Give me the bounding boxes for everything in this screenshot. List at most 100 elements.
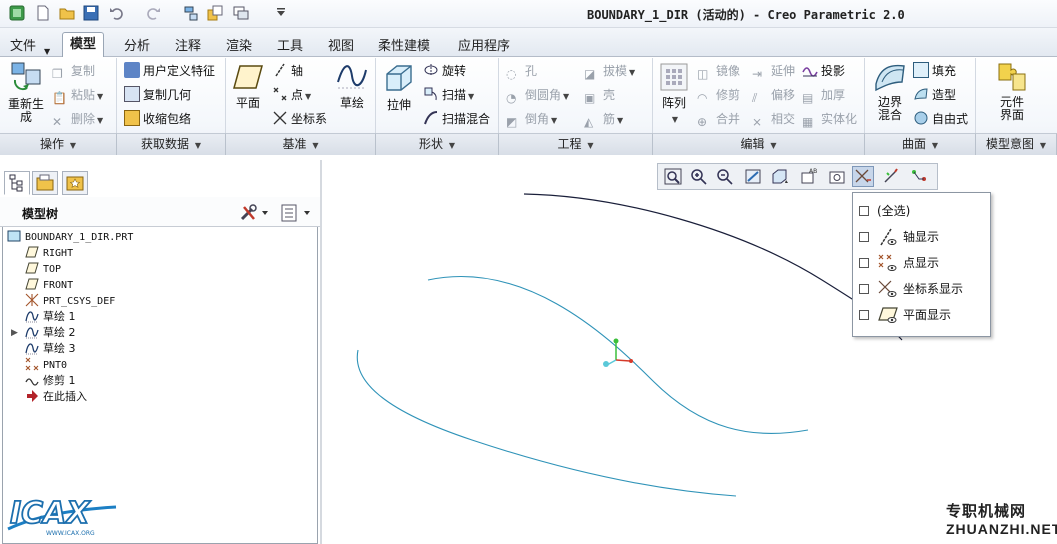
model-tree-tab[interactable]	[4, 171, 30, 195]
expand-arrow-icon[interactable]: ▶	[11, 325, 18, 341]
group-engineering[interactable]: 工程 ▼	[499, 133, 653, 155]
windows-icon[interactable]	[206, 4, 224, 22]
hole-button[interactable]: ◌ 孔	[506, 61, 537, 81]
saved-orientations-button[interactable]: AB	[798, 166, 820, 187]
tree-item-front[interactable]: FRONT	[25, 277, 73, 293]
folder-browser-tab[interactable]	[32, 171, 58, 195]
tab-flexible-modeling[interactable]: 柔性建模	[378, 37, 430, 56]
trim-button[interactable]: ◠ 修剪	[697, 85, 740, 105]
menu-item-plane-display[interactable]: 平面显示	[859, 305, 951, 325]
redo-icon[interactable]	[144, 4, 162, 22]
sweep-button[interactable]: 扫描 ▼	[423, 85, 474, 105]
tab-file[interactable]: 文件	[10, 37, 36, 56]
datum-plane-button[interactable]: 平面	[231, 62, 265, 111]
mirror-button[interactable]: ◫ 镜像	[697, 61, 740, 81]
zoom-out-button[interactable]	[714, 166, 736, 187]
paste-button[interactable]: 📋 粘贴 ▼	[52, 85, 103, 105]
copy-geometry-button[interactable]: 复制几何	[124, 85, 191, 105]
datum-point-button[interactable]: 点 ▼	[272, 85, 311, 105]
chamfer-button[interactable]: ◩ 倒角 ▼	[506, 109, 557, 129]
view-manager-button[interactable]	[826, 166, 848, 187]
tab-annotate[interactable]: 注释	[175, 37, 201, 56]
menu-item-csys-display[interactable]: 坐标系显示	[859, 279, 963, 299]
group-editing[interactable]: 编辑 ▼	[653, 133, 865, 155]
component-interface-button[interactable]: 元件 界面	[990, 60, 1034, 122]
draft-button[interactable]: ◪ 拔模 ▼	[584, 61, 635, 81]
extrude-button[interactable]: 拉伸	[382, 62, 416, 113]
undo-icon[interactable]	[108, 4, 126, 22]
tab-model[interactable]: 模型	[62, 32, 105, 57]
annotation-display-button[interactable]	[908, 166, 930, 187]
merge-button[interactable]: ⊕ 合并	[697, 109, 740, 129]
pattern-button[interactable]: 阵列 ▼	[658, 62, 690, 125]
swept-blend-button[interactable]: 扫描混合	[423, 109, 490, 129]
refit-button[interactable]	[662, 166, 684, 187]
menu-item-select-all[interactable]: (全选)	[859, 201, 910, 221]
open-folder-icon[interactable]	[58, 4, 76, 22]
shell-button[interactable]: ▣ 壳	[584, 85, 615, 105]
extend-button[interactable]: ⇥ 延伸	[752, 61, 795, 81]
thicken-button[interactable]: ▤ 加厚	[802, 85, 845, 105]
freestyle-button[interactable]: 自由式	[913, 109, 968, 129]
intersect-button[interactable]: ⨯ 相交	[752, 109, 795, 129]
group-shapes[interactable]: 形状 ▼	[376, 133, 499, 155]
datum-display-filters-button[interactable]	[852, 166, 874, 187]
udf-button[interactable]: 用户定义特征	[124, 61, 215, 81]
group-datum[interactable]: 基准 ▼	[226, 133, 376, 155]
tree-item-csys[interactable]: PRT_CSYS_DEF	[25, 293, 115, 309]
rib-button[interactable]: ◭ 筋 ▼	[584, 109, 623, 129]
style-button[interactable]: 造型	[913, 85, 956, 105]
regenerate-icon[interactable]	[182, 4, 200, 22]
copy-button[interactable]: ❐ 复制	[52, 61, 95, 81]
tree-settings-button[interactable]	[238, 203, 272, 223]
app-icon[interactable]	[8, 4, 26, 22]
tab-tools[interactable]: 工具	[277, 37, 303, 56]
shrinkwrap-button[interactable]: 收缩包络	[124, 109, 191, 129]
tree-show-button[interactable]	[280, 203, 314, 223]
tab-applications[interactable]: 应用程序	[458, 37, 510, 56]
checkbox[interactable]	[859, 310, 869, 320]
tab-render[interactable]: 渲染	[226, 37, 252, 56]
tree-item-right[interactable]: RIGHT	[25, 245, 73, 261]
datum-axis-button[interactable]: 轴	[272, 61, 303, 81]
checkbox[interactable]	[859, 258, 869, 268]
tree-item-sketch2[interactable]: 草绘 2	[25, 325, 76, 341]
zoom-in-button[interactable]	[688, 166, 710, 187]
boundary-blend-button[interactable]: 边界 混合	[870, 60, 910, 122]
regenerate-button[interactable]: 重新生 成	[6, 60, 46, 124]
offset-button[interactable]: ⫽ 偏移	[752, 85, 795, 105]
new-file-icon[interactable]	[34, 4, 52, 22]
tree-item-trim1[interactable]: 修剪 1	[25, 373, 76, 389]
menu-item-point-display[interactable]: 点显示	[859, 253, 939, 273]
group-operations[interactable]: 操作 ▼	[0, 133, 117, 155]
tree-item-sketch1[interactable]: 草绘 1	[25, 309, 76, 325]
spin-center-button[interactable]	[880, 166, 902, 187]
group-model-intent[interactable]: 模型意图 ▼	[976, 133, 1057, 155]
tree-item-part[interactable]: BOUNDARY_1_DIR.PRT	[7, 229, 133, 245]
revolve-button[interactable]: 旋转	[423, 61, 466, 81]
checkbox[interactable]	[859, 206, 869, 216]
tab-view[interactable]: 视图	[328, 37, 354, 56]
checkbox[interactable]	[859, 232, 869, 242]
group-surfaces[interactable]: 曲面 ▼	[865, 133, 976, 155]
repaint-button[interactable]	[742, 166, 764, 187]
sketch-button[interactable]: 草绘	[335, 62, 369, 111]
tree-item-pnt0[interactable]: PNT0	[25, 357, 67, 373]
fill-button[interactable]: 填充	[913, 61, 956, 81]
display-style-button[interactable]	[768, 166, 790, 187]
solidify-button[interactable]: ▦ 实体化	[802, 109, 857, 129]
favorites-tab[interactable]	[62, 171, 88, 195]
customize-qat-icon[interactable]	[272, 4, 290, 22]
project-button[interactable]: 投影	[802, 61, 845, 81]
window-switch-icon[interactable]	[232, 4, 250, 22]
group-get-data[interactable]: 获取数据 ▼	[117, 133, 226, 155]
tree-item-insert-here[interactable]: 在此插入	[25, 389, 87, 405]
save-icon[interactable]	[82, 4, 100, 22]
datum-csys-button[interactable]: 坐标系	[272, 109, 327, 129]
tab-analysis[interactable]: 分析	[124, 37, 150, 56]
tree-item-sketch3[interactable]: 草绘 3	[25, 341, 76, 357]
checkbox[interactable]	[859, 284, 869, 294]
round-button[interactable]: ◔ 倒圆角 ▼	[506, 85, 569, 105]
tree-item-top[interactable]: TOP	[25, 261, 61, 277]
menu-item-axis-display[interactable]: 轴显示	[859, 227, 939, 247]
